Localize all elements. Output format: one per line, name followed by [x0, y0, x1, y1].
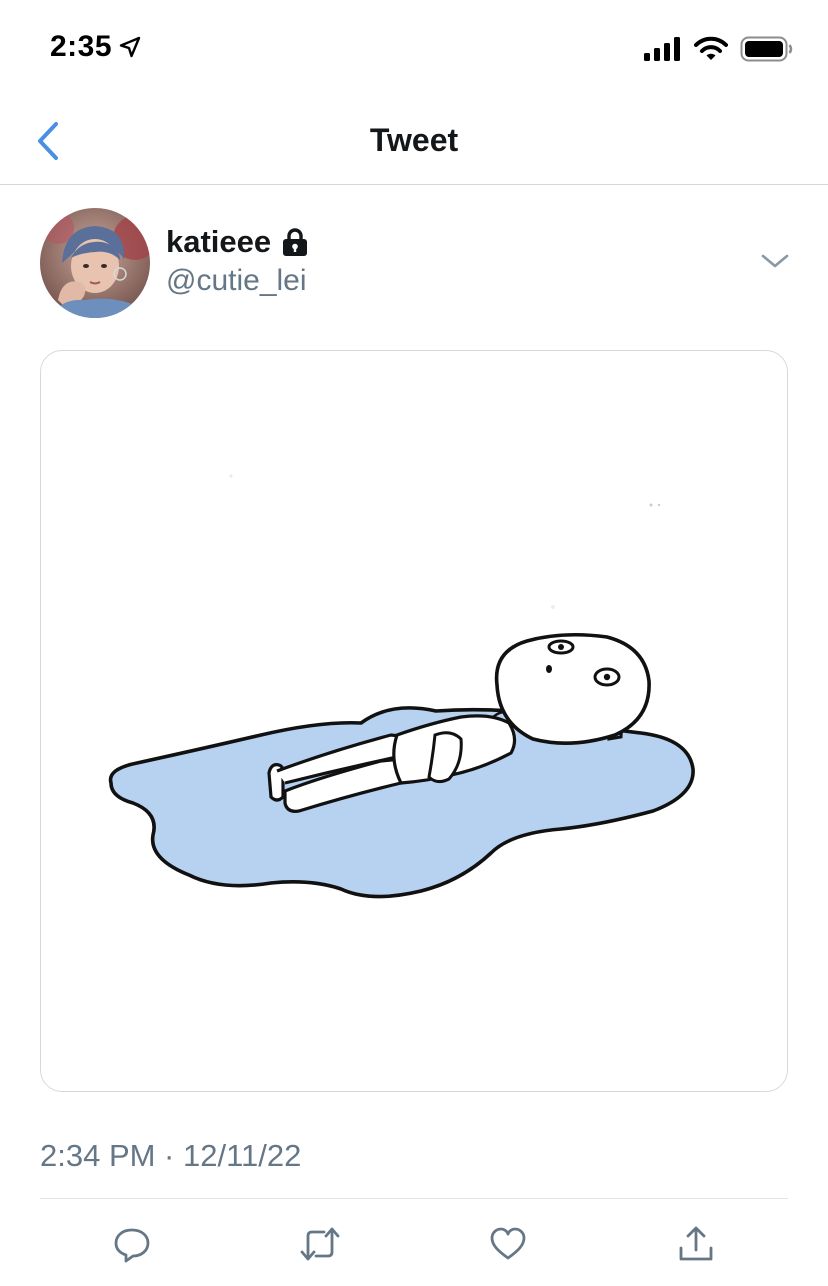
reply-icon [114, 1228, 150, 1263]
avatar[interactable] [40, 208, 150, 318]
status-time: 2:35 [50, 30, 142, 64]
display-name-row: katieee [166, 224, 309, 260]
puddle-crying-figure-illustration [108, 474, 695, 899]
tweet-header: katieee @cutie_lei [40, 208, 790, 318]
wifi-icon [694, 36, 728, 60]
avatar-image [40, 208, 150, 318]
like-button[interactable] [484, 1220, 532, 1268]
battery-icon [740, 36, 793, 62]
heart-icon [490, 1227, 526, 1260]
tweet-timestamp: 2:34 PM · 12/11/22 [40, 1138, 302, 1173]
more-options-button[interactable] [760, 250, 790, 272]
location-arrow-icon [119, 36, 141, 58]
retweet-button[interactable] [296, 1220, 344, 1268]
status-time-text: 2:35 [50, 30, 113, 63]
display-name[interactable]: katieee [166, 224, 271, 260]
status-icons [644, 36, 794, 62]
tweet-media[interactable] [40, 350, 788, 1092]
page-title: Tweet [369, 122, 459, 158]
share-button[interactable] [672, 1220, 720, 1268]
divider [40, 1198, 788, 1199]
lock-icon [283, 228, 308, 256]
nav-bar: Tweet [0, 96, 828, 185]
cellular-signal-icon [644, 37, 680, 61]
chevron-down-icon [761, 254, 789, 268]
user-handle[interactable]: @cutie_lei [166, 264, 307, 298]
retweet-icon [300, 1227, 340, 1261]
share-icon [679, 1226, 713, 1261]
tweet-action-bar [0, 1212, 828, 1276]
reply-button[interactable] [108, 1220, 156, 1268]
status-bar: 2:35 [0, 0, 828, 96]
